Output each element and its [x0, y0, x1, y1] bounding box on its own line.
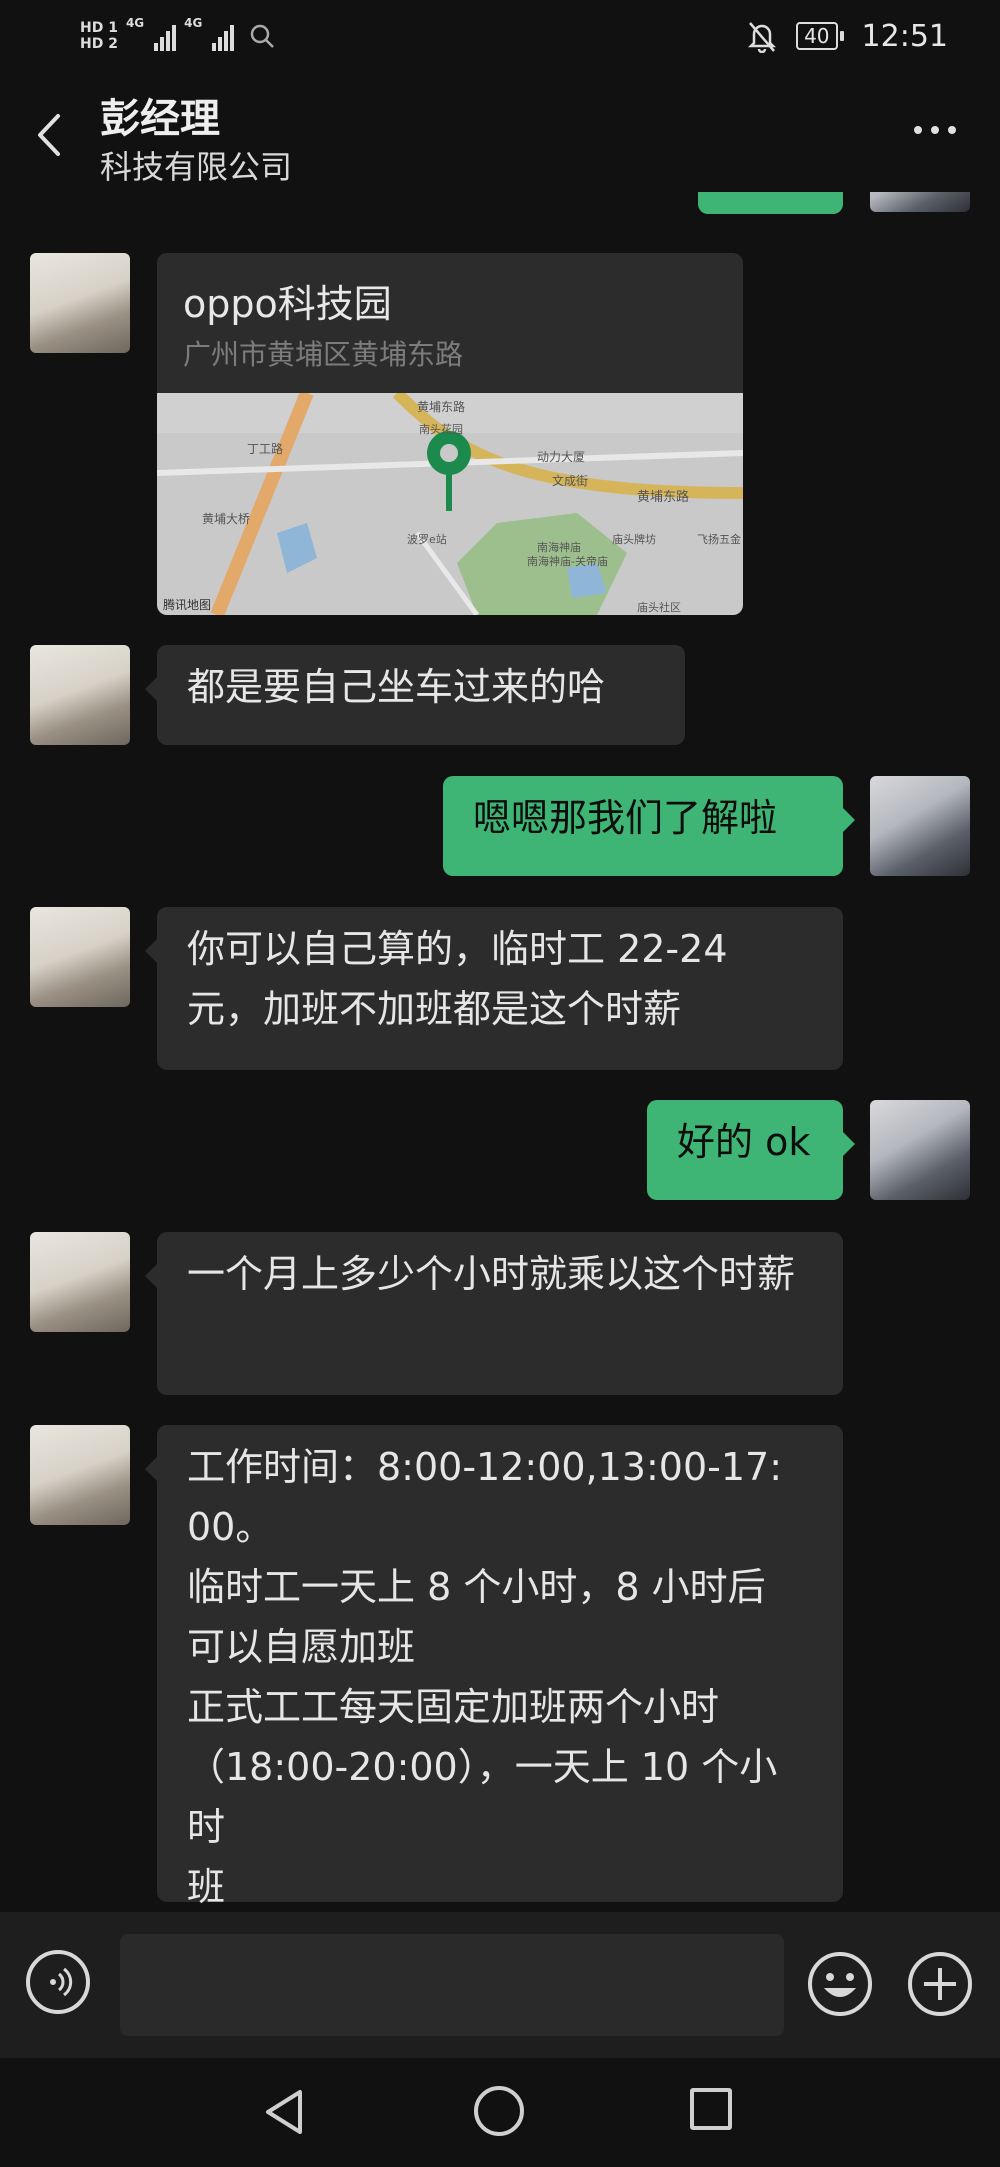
- message-incoming[interactable]: 你可以自己算的，临时工 22-24 元，加班不加班都是这个时薪: [145, 907, 843, 1070]
- battery-icon: 40: [796, 22, 844, 50]
- map-provider-label: 腾讯地图: [163, 597, 211, 612]
- clock: 12:51: [861, 18, 948, 54]
- avatar-contact[interactable]: [30, 1232, 130, 1332]
- emoji-icon[interactable]: [806, 1950, 874, 2018]
- back-arrow-icon[interactable]: [30, 110, 70, 160]
- nav-recents-icon[interactable]: [690, 2088, 732, 2130]
- message-list[interactable]: oppo科技园 广州市黄埔区黄埔东路 动力大厦 文成街 黄埔东路 黄埔东路 南头…: [0, 192, 1000, 1912]
- avatar-me[interactable]: [870, 192, 970, 212]
- message-incoming[interactable]: 工作时间：8:00-12:00,13:00-17: 00。 临时工一天上 8 个…: [145, 1425, 843, 1909]
- avatar-contact[interactable]: [30, 645, 130, 745]
- mute-bell-icon: [748, 22, 777, 53]
- network-label-1: 4G: [125, 16, 145, 30]
- message-outgoing[interactable]: 好的 ok: [647, 1100, 855, 1200]
- avatar-me[interactable]: [870, 1100, 970, 1200]
- hd-indicators: HD 1 HD 2: [80, 20, 118, 52]
- map-label: 文成街: [552, 473, 588, 488]
- voice-icon[interactable]: [26, 1950, 90, 2014]
- message-input[interactable]: [120, 1934, 784, 2036]
- map-label: 黄埔东路: [417, 399, 465, 414]
- message-line: （18:00-20:00），一天上 10 个小时: [187, 1745, 778, 1849]
- message-text: 都是要自己坐车过来的哈: [187, 665, 606, 709]
- hd1-label: HD 1: [80, 20, 118, 36]
- message-line: 可以自愿加班: [187, 1625, 416, 1669]
- status-right: 40 12:51: [746, 14, 948, 58]
- map-label: 黄埔大桥: [202, 512, 250, 526]
- message-line: 班: [187, 1865, 226, 1909]
- location-address: 广州市黄埔区黄埔东路: [183, 338, 464, 371]
- message-text: 嗯嗯那我们了解啦: [473, 796, 778, 840]
- message-line: 00。: [187, 1505, 274, 1549]
- nav-back-icon[interactable]: [260, 2086, 312, 2138]
- chat-subtitle: 科技有限公司: [100, 148, 293, 186]
- input-bar: [0, 1912, 1000, 2058]
- location-map: 动力大厦 文成街 黄埔东路 黄埔东路 南头花园 南海神庙 南海神庙-关帝庙 庙头…: [157, 393, 743, 615]
- chat-title: 彭经理: [100, 96, 220, 142]
- location-card[interactable]: oppo科技园 广州市黄埔区黄埔东路 动力大厦 文成街 黄埔东路 黄埔东路 南头…: [157, 253, 743, 615]
- status-left: HD 1 HD 2 4G 4G: [80, 10, 276, 62]
- message-line: 正式工工每天固定加班两个小时: [187, 1685, 720, 1729]
- avatar-me[interactable]: [870, 776, 970, 876]
- avatar-contact[interactable]: [30, 907, 130, 1007]
- hd2-label: HD 2: [80, 36, 118, 52]
- map-label: 庙头牌坊: [612, 532, 656, 546]
- message-text: 一个月上多少个小时就乘以这个时薪: [187, 1252, 796, 1296]
- battery-level: 40: [796, 22, 838, 50]
- location-name: oppo科技园: [183, 282, 392, 326]
- network-label-2: 4G: [184, 16, 203, 30]
- map-label: 动力大厦: [537, 450, 585, 464]
- search-icon: [251, 24, 275, 48]
- map-label: 南头花园: [419, 423, 463, 436]
- chat-header: 彭经理 科技有限公司: [0, 72, 1000, 192]
- map-label: 南海神庙: [537, 540, 581, 554]
- message-text: 好的 ok: [677, 1120, 811, 1164]
- status-bar: HD 1 HD 2 4G 4G 40 12:51: [0, 0, 1000, 72]
- more-dots-icon[interactable]: [914, 126, 956, 134]
- message-incoming[interactable]: 一个月上多少个小时就乘以这个时薪: [145, 1232, 843, 1395]
- signal-icon: [154, 21, 177, 51]
- nav-home-icon[interactable]: [474, 2086, 524, 2136]
- plus-icon[interactable]: [906, 1950, 974, 2018]
- message-outgoing[interactable]: 嗯嗯那我们了解啦: [443, 776, 855, 876]
- message-incoming[interactable]: 都是要自己坐车过来的哈: [145, 645, 685, 745]
- message-line: 临时工一天上 8 个小时，8 小时后: [187, 1565, 766, 1609]
- avatar-contact[interactable]: [30, 253, 130, 353]
- message-text: 你可以自己算的，临时工 22-24 元，加班不加班都是这个时薪: [187, 927, 728, 1031]
- map-label: 南海神庙-关帝庙: [527, 554, 608, 568]
- message-outgoing-partial[interactable]: [698, 192, 843, 214]
- signal-icon: [212, 21, 235, 51]
- map-label: 黄埔东路: [637, 489, 689, 505]
- map-label: 飞扬五金: [697, 532, 741, 546]
- map-label: 庙头社区: [637, 600, 681, 614]
- message-line: 工作时间：8:00-12:00,13:00-17:: [187, 1445, 783, 1489]
- system-nav-bar: [0, 2058, 1000, 2167]
- map-label: 丁工路: [247, 441, 283, 456]
- map-label: 波罗e站: [407, 532, 447, 546]
- avatar-contact[interactable]: [30, 1425, 130, 1525]
